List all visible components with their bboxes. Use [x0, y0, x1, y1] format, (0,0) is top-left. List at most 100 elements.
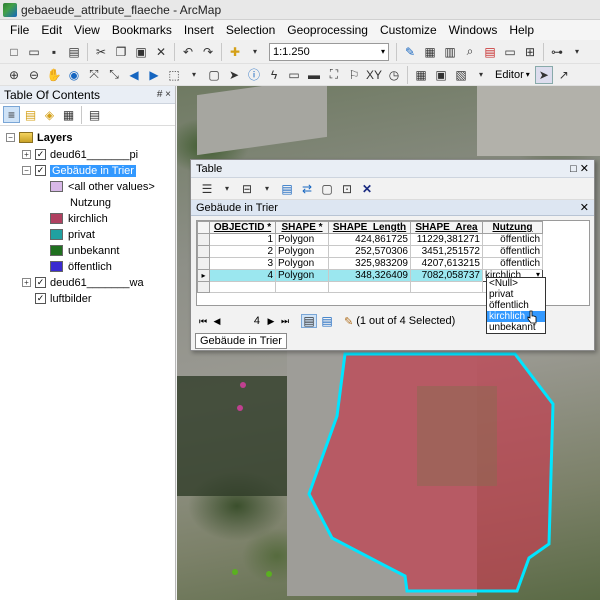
- open-folder-icon[interactable]: ▭: [25, 43, 43, 61]
- menu-bookmarks[interactable]: Bookmarks: [106, 23, 178, 37]
- chevron-down-icon[interactable]: ▾: [246, 43, 264, 61]
- list-by-source-icon[interactable]: ▤: [22, 106, 39, 123]
- toc-class-all-other[interactable]: <all other values>: [0, 179, 175, 194]
- toc-window-controls[interactable]: # ×: [157, 89, 171, 100]
- table-row[interactable]: 1 Polygon 424,861725 11229,381271 öffent…: [197, 233, 543, 246]
- toc-class-oeffentlich[interactable]: öffentlich: [0, 259, 175, 274]
- collapse-icon[interactable]: −: [6, 133, 15, 142]
- row-header[interactable]: [197, 233, 210, 246]
- new-document-icon[interactable]: □: [5, 43, 23, 61]
- cell-shape-area[interactable]: 11229,381271: [410, 233, 483, 246]
- cell-shape-area[interactable]: 4207,613215: [410, 257, 483, 270]
- dropdown-option[interactable]: <Null>: [487, 278, 545, 289]
- expand-icon[interactable]: +: [22, 278, 31, 287]
- toc-layer-deud61-pi[interactable]: + ✓ deud61_______pi: [0, 147, 175, 162]
- point-feature[interactable]: [237, 405, 243, 411]
- column-header[interactable]: SHAPE *: [275, 221, 329, 234]
- list-by-visibility-icon[interactable]: ◈: [41, 106, 58, 123]
- column-header[interactable]: SHAPE_Length: [328, 221, 411, 234]
- cell-shape-area[interactable]: 7082,058737: [410, 269, 483, 282]
- delete-icon[interactable]: ✕: [152, 43, 170, 61]
- select-elements-icon[interactable]: ➤: [225, 66, 243, 84]
- cell-shape-length[interactable]: 348,326409: [328, 269, 411, 282]
- show-all-records-icon[interactable]: ▤: [301, 314, 317, 328]
- layout-grid-icon[interactable]: ▦: [412, 66, 430, 84]
- toc-layer-deud61-wa[interactable]: + ✓ deud61_______wa: [0, 275, 175, 290]
- row-header[interactable]: [197, 245, 210, 258]
- html-popup-icon[interactable]: ▭: [285, 66, 303, 84]
- modelbuilder-icon[interactable]: ⊞: [521, 43, 539, 61]
- delete-selected-icon[interactable]: ✕: [358, 180, 376, 198]
- arctoolbox-icon[interactable]: ▤: [481, 43, 499, 61]
- menu-customize[interactable]: Customize: [374, 23, 443, 37]
- chevron-down-icon[interactable]: ▾: [568, 43, 586, 61]
- editor-toolbar-icon[interactable]: ✎: [401, 43, 419, 61]
- list-by-selection-icon[interactable]: ▦: [60, 106, 77, 123]
- map-scale-dropdown[interactable]: 1:1.250 ▾: [269, 42, 389, 61]
- fixed-zoom-in-icon[interactable]: ⤧: [85, 66, 103, 84]
- first-record-icon[interactable]: ⏮: [196, 316, 210, 327]
- layer-visibility-checkbox[interactable]: ✓: [35, 149, 46, 160]
- layer-visibility-checkbox[interactable]: ✓: [35, 277, 46, 288]
- cell-shape-area[interactable]: 3451,251572: [410, 245, 483, 258]
- cell-shape[interactable]: Polygon: [275, 257, 329, 270]
- go-to-xy-icon[interactable]: XY: [365, 66, 383, 84]
- menu-help[interactable]: Help: [503, 23, 540, 37]
- collapse-icon[interactable]: −: [22, 166, 31, 175]
- fixed-zoom-out-icon[interactable]: ⤡: [105, 66, 123, 84]
- cell-nutzung[interactable]: öffentlich: [482, 245, 543, 258]
- expand-icon[interactable]: +: [22, 150, 31, 159]
- save-icon[interactable]: ▪: [45, 43, 63, 61]
- table-row[interactable]: 2 Polygon 252,570306 3451,251572 öffentl…: [197, 245, 543, 258]
- edit-annotation-icon[interactable]: ↗: [555, 66, 573, 84]
- print-icon[interactable]: ▤: [65, 43, 83, 61]
- select-features-icon[interactable]: ⬚: [165, 66, 183, 84]
- back-extent-icon[interactable]: ◀: [125, 66, 143, 84]
- point-feature[interactable]: [232, 569, 238, 575]
- layer-visibility-checkbox[interactable]: ✓: [35, 293, 46, 304]
- forward-extent-icon[interactable]: ▶: [145, 66, 163, 84]
- chevron-down-icon[interactable]: ▾: [472, 66, 490, 84]
- row-header[interactable]: [197, 281, 210, 293]
- menu-file[interactable]: File: [4, 23, 35, 37]
- table-of-contents-icon[interactable]: ▦: [421, 43, 439, 61]
- point-feature[interactable]: [240, 382, 246, 388]
- chevron-down-icon[interactable]: ▾: [185, 66, 203, 84]
- column-header[interactable]: SHAPE_Area: [410, 221, 483, 234]
- column-header[interactable]: OBJECTID *: [209, 221, 276, 234]
- cell-objectid[interactable]: 4: [209, 269, 276, 282]
- show-selected-records-icon[interactable]: ▤: [319, 314, 335, 328]
- switch-selection-icon[interactable]: ⇄: [298, 180, 316, 198]
- zoom-in-icon[interactable]: ⊕: [5, 66, 23, 84]
- menu-geoprocessing[interactable]: Geoprocessing: [281, 23, 374, 37]
- redo-icon[interactable]: ↷: [199, 43, 217, 61]
- cell-nutzung[interactable]: öffentlich: [482, 233, 543, 246]
- related-tables-icon[interactable]: ⊟: [238, 180, 256, 198]
- options-icon[interactable]: ▤: [86, 106, 103, 123]
- cell-shape[interactable]: Polygon: [275, 233, 329, 246]
- cell-shape-length[interactable]: 424,861725: [328, 233, 411, 246]
- cell-shape[interactable]: Polygon: [275, 269, 329, 282]
- close-icon[interactable]: ✕: [580, 201, 589, 214]
- row-header[interactable]: [197, 257, 210, 270]
- table-options-icon[interactable]: ☰: [198, 180, 216, 198]
- cell-objectid[interactable]: 1: [209, 233, 276, 246]
- hyperlink-icon[interactable]: ϟ: [265, 66, 283, 84]
- chevron-down-icon[interactable]: ▾: [258, 180, 276, 198]
- cell-shape-length[interactable]: 252,570306: [328, 245, 411, 258]
- layout-window-icon[interactable]: ▣: [432, 66, 450, 84]
- search-icon[interactable]: ⌕: [461, 43, 479, 61]
- toc-class-kirchlich[interactable]: kirchlich: [0, 211, 175, 226]
- time-slider-icon[interactable]: ◷: [385, 66, 403, 84]
- python-icon[interactable]: ▭: [501, 43, 519, 61]
- network-icon[interactable]: ⊶: [548, 43, 566, 61]
- clear-selection-icon[interactable]: ▢: [318, 180, 336, 198]
- menu-edit[interactable]: Edit: [35, 23, 68, 37]
- table-tab[interactable]: Gebäude in Trier: [195, 333, 287, 349]
- layers-root[interactable]: − Layers: [0, 130, 175, 145]
- paste-icon[interactable]: ▣: [132, 43, 150, 61]
- editor-menu[interactable]: Editor ▾: [491, 69, 534, 81]
- cell-shape[interactable]: Polygon: [275, 245, 329, 258]
- menu-selection[interactable]: Selection: [220, 23, 281, 37]
- cell-nutzung[interactable]: öffentlich: [482, 257, 543, 270]
